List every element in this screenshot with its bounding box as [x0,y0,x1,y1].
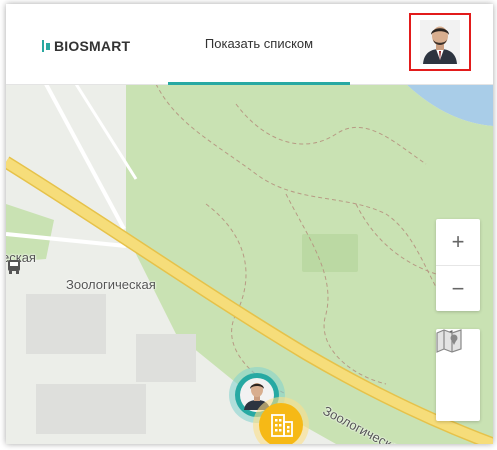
office-marker[interactable] [252,396,310,444]
map-layers-icon [436,329,462,353]
bus-stop-icon [8,260,20,274]
building-block [136,334,196,382]
tab-show-list[interactable]: Показать списком [168,36,350,85]
tab-show-list-label: Показать списком [204,36,314,51]
top-bar: BIOSMART Показать списком [6,4,493,85]
logo-mark-icon [42,40,50,52]
zoom-in-button[interactable]: + [436,219,480,265]
building-icon [253,397,309,444]
user-avatar-button[interactable] [409,13,471,71]
building-block [36,384,146,434]
app-frame: BIOSMART Показать списком cкая Зоологиче… [6,4,493,444]
building-block [26,294,106,354]
zoom-out-button[interactable]: − [436,265,480,312]
biosmart-logo[interactable]: BIOSMART [42,38,130,54]
tab-active-underline [168,82,350,85]
station-label: Зоологическая [66,277,156,292]
map-tools-control [436,329,480,421]
user-avatar-icon [420,20,460,64]
zoom-control: + − [436,219,480,311]
logo-text: BIOSMART [54,38,131,54]
map-layers-button[interactable] [436,329,480,421]
